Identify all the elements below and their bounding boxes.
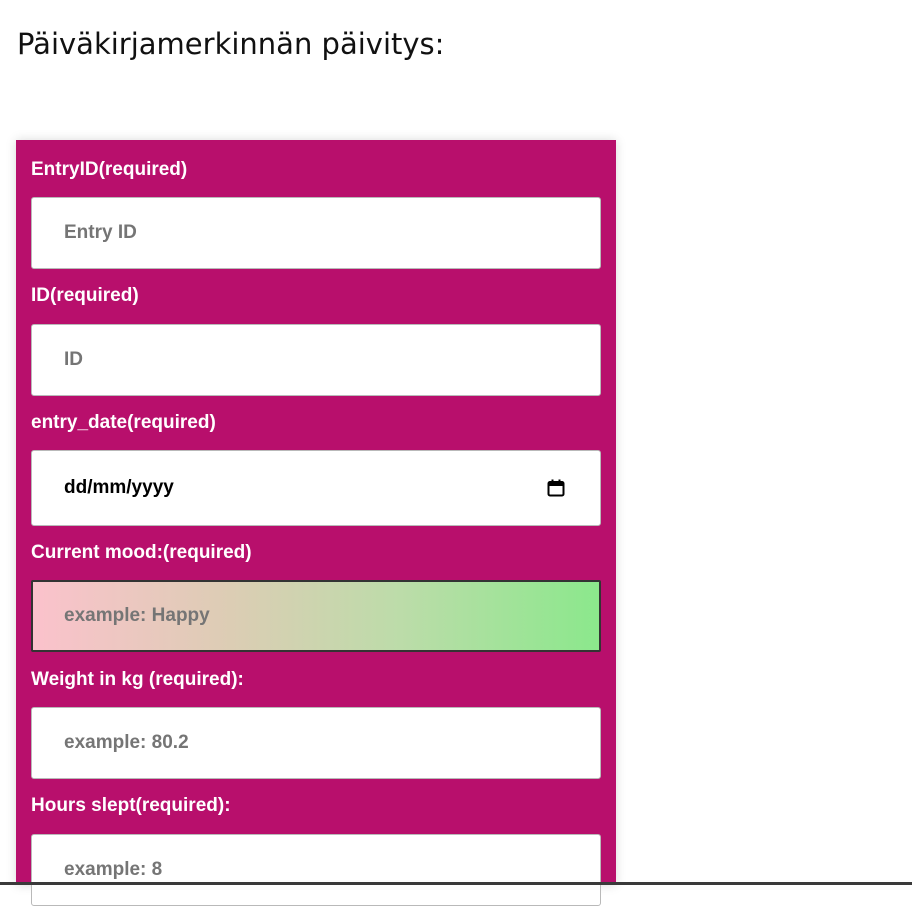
page-title: Päiväkirjamerkinnän päivitys: — [17, 27, 445, 61]
id-input[interactable]: ID — [31, 324, 601, 396]
entry-id-placeholder: Entry ID — [64, 222, 137, 243]
current-mood-placeholder: example: Happy — [64, 605, 210, 626]
weight-input[interactable]: example: 80.2 — [31, 707, 601, 779]
id-label: ID(required) — [31, 285, 139, 306]
hours-slept-input[interactable]: example: 8 — [31, 834, 601, 906]
entry-date-value: dd/mm/yyyy — [64, 477, 174, 498]
current-mood-label: Current mood:(required) — [31, 542, 252, 563]
id-placeholder: ID — [64, 349, 83, 370]
hours-slept-label: Hours slept(required): — [31, 795, 231, 816]
entry-date-input[interactable]: dd/mm/yyyy — [31, 450, 601, 526]
entry-date-label: entry_date(required) — [31, 412, 216, 433]
entry-id-input[interactable]: Entry ID — [31, 197, 601, 269]
entry-id-label: EntryID(required) — [31, 159, 188, 180]
weight-label: Weight in kg (required): — [31, 669, 244, 690]
weight-placeholder: example: 80.2 — [64, 732, 189, 753]
current-mood-input[interactable]: example: Happy — [31, 580, 601, 652]
hours-slept-placeholder: example: 8 — [64, 859, 163, 880]
diary-update-form: EntryID(required) Entry ID ID(required) … — [16, 140, 616, 906]
calendar-icon[interactable] — [547, 479, 565, 497]
